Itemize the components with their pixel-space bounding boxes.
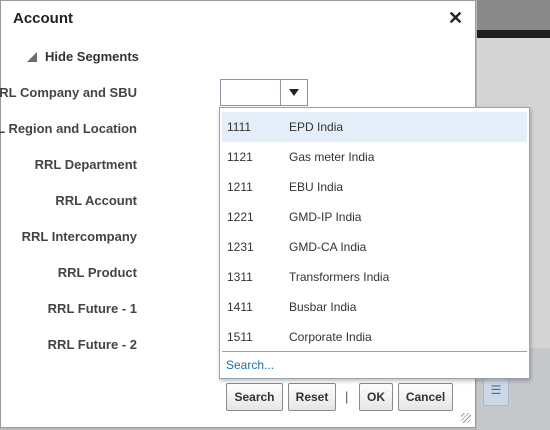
option-code: 1411: [227, 300, 253, 314]
option-code: 1221: [227, 210, 254, 224]
list-item[interactable]: 1411 Busbar India: [222, 292, 527, 322]
label-intercompany: RRL Intercompany: [21, 229, 137, 244]
resize-grip-icon[interactable]: [461, 413, 471, 423]
hide-segments-toggle[interactable]: Hide Segments: [27, 49, 139, 64]
ok-button[interactable]: OK: [359, 383, 393, 411]
option-name: EBU India: [289, 180, 344, 194]
background-app-header: [477, 0, 550, 30]
label-future-2: RRL Future - 2: [47, 337, 137, 352]
collapse-triangle-icon: [27, 51, 37, 62]
dropdown-arrow-icon: [289, 89, 299, 96]
option-name: Corporate India: [289, 330, 372, 344]
label-region-location: RRL Region and Location: [0, 121, 137, 136]
company-sbu-dropdown-list: 1111 EPD India 1121 Gas meter India 1211…: [219, 107, 530, 379]
list-item[interactable]: 1231 GMD-CA India: [222, 232, 527, 262]
label-product: RRL Product: [57, 265, 137, 280]
list-item[interactable]: 1311 Transformers India: [222, 262, 527, 292]
option-code: 1121: [227, 150, 253, 164]
option-code: 1311: [227, 270, 253, 284]
option-name: GMD-IP India: [289, 210, 362, 224]
list-item[interactable]: 1121 Gas meter India: [222, 142, 527, 172]
search-button[interactable]: Search: [226, 383, 283, 411]
option-name: GMD-CA India: [289, 240, 367, 254]
option-code: 1231: [227, 240, 254, 254]
hide-segments-label: Hide Segments: [45, 49, 139, 64]
reset-button[interactable]: Reset: [288, 383, 336, 411]
label-company-sbu: RRL Company and SBU: [0, 85, 137, 100]
company-sbu-combobox: [220, 79, 308, 106]
option-code: 1111: [227, 120, 252, 134]
label-department: RRL Department: [34, 157, 137, 172]
search-more-link[interactable]: Search...: [226, 358, 274, 372]
background-app-bar: [477, 30, 550, 38]
label-account: RRL Account: [55, 193, 137, 208]
company-sbu-dropdown-button[interactable]: [280, 80, 307, 105]
option-name: EPD India: [289, 120, 344, 134]
option-code: 1511: [227, 330, 253, 344]
cancel-button[interactable]: Cancel: [398, 383, 453, 411]
label-future-1: RRL Future - 1: [47, 301, 137, 316]
option-name: Busbar India: [289, 300, 357, 314]
list-item[interactable]: 1111 EPD India: [222, 112, 527, 142]
list-item[interactable]: 1211 EBU India: [222, 172, 527, 202]
button-separator: |: [345, 389, 349, 404]
option-name: Transformers India: [289, 270, 390, 284]
company-sbu-input[interactable]: [221, 80, 282, 105]
dialog-title: Account: [13, 10, 73, 27]
option-name: Gas meter India: [289, 150, 375, 164]
list-item[interactable]: 1511 Corporate India: [222, 322, 527, 352]
dropdown-divider: [222, 351, 527, 352]
option-code: 1211: [227, 180, 253, 194]
list-item[interactable]: 1221 GMD-IP India: [222, 202, 527, 232]
close-icon[interactable]: ✕: [448, 8, 463, 29]
